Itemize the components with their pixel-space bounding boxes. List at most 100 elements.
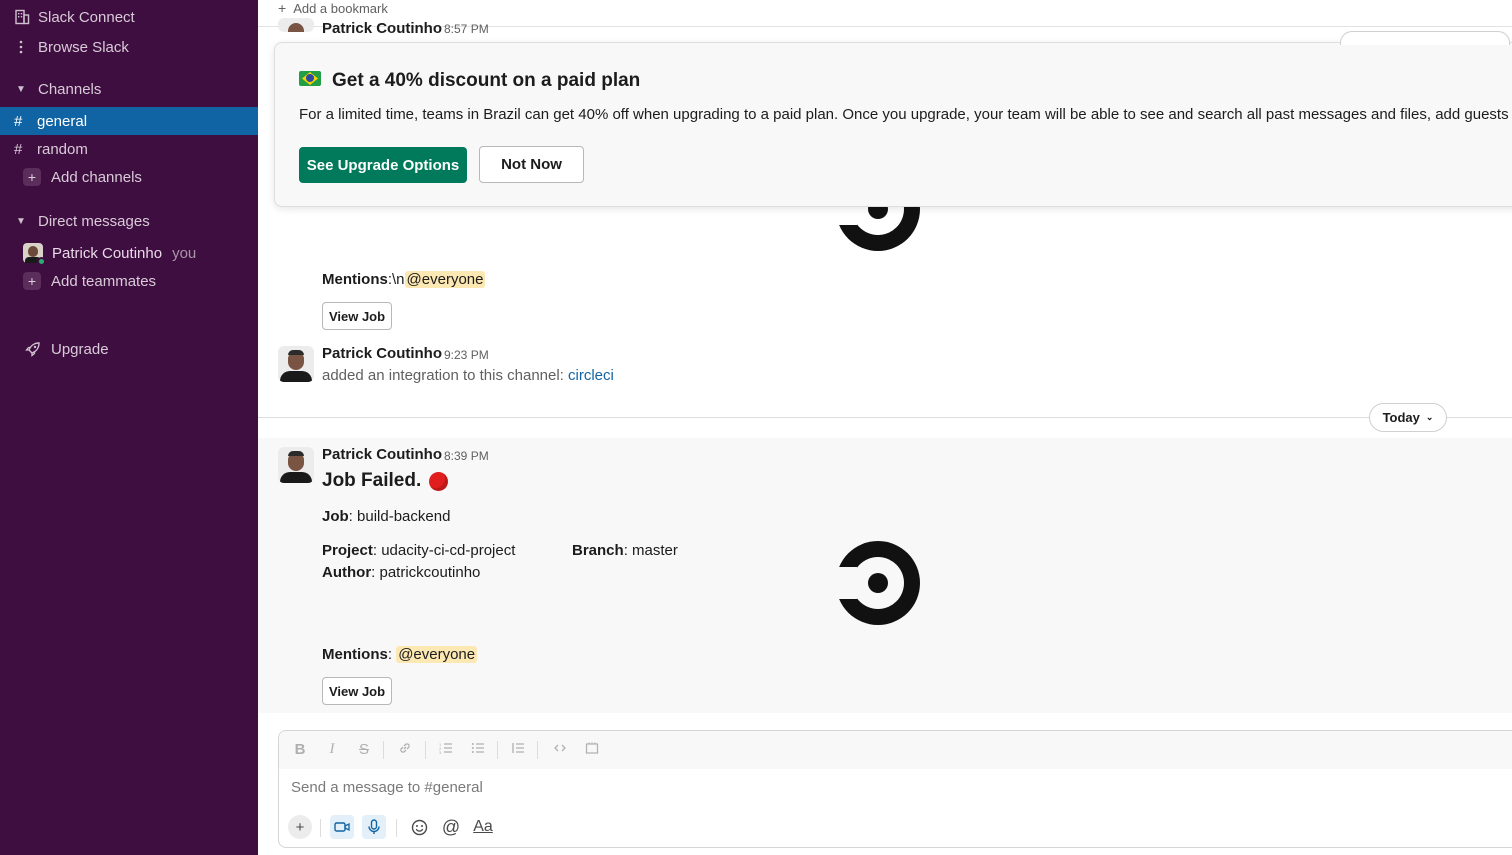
everyone-mention[interactable]: @everyone <box>396 646 478 663</box>
avatar <box>23 243 46 266</box>
caret-down-icon: ▼ <box>16 83 26 95</box>
add-teammates-button[interactable]: + Add teammates <box>0 267 258 295</box>
dm-section-header[interactable]: ▼ Direct messages <box>0 207 258 235</box>
channels-section-header[interactable]: ▼ Channels <box>0 75 258 103</box>
mentions-line: Mentions: @everyone <box>322 646 478 663</box>
circleci-logo-icon <box>835 541 920 625</box>
bold-icon[interactable]: B <box>291 741 309 758</box>
promo-body: For a limited time, teams in Brazil can … <box>299 106 1512 123</box>
mentions-label: Mentions <box>322 271 388 288</box>
not-now-button[interactable]: Not Now <box>479 146 584 183</box>
channel-label: general <box>37 112 88 130</box>
strikethrough-icon[interactable]: S <box>355 741 373 758</box>
attach-plus-icon[interactable]: + <box>288 815 312 839</box>
plus-icon: + <box>23 168 41 186</box>
project-label: Project <box>322 542 373 559</box>
message-composer: B I S 123 Send a message to #general + @… <box>278 730 1512 848</box>
text-formatting-toggle-icon[interactable]: Aa <box>471 815 495 839</box>
italic-icon[interactable]: I <box>323 741 341 758</box>
formatting-toolbar: B I S 123 <box>279 731 1512 769</box>
branch-label: Branch <box>572 542 624 559</box>
online-status-icon <box>37 257 46 266</box>
author-label: Author <box>322 564 372 581</box>
blockquote-icon[interactable] <box>509 741 527 759</box>
sidebar-item-dm-patrick[interactable]: Patrick Coutinho you <box>0 239 258 267</box>
avatar[interactable] <box>278 447 314 483</box>
message-author[interactable]: Patrick Coutinho <box>322 446 442 463</box>
job-label: Job <box>322 508 349 525</box>
project-value: : udacity-ci-cd-project <box>372 542 516 559</box>
red-circle-icon <box>429 471 449 491</box>
brazil-flag-icon <box>299 71 321 86</box>
today-label: Today <box>1382 410 1420 425</box>
section-label: Channels <box>38 80 102 98</box>
upgrade-promo-banner: Get a 40% discount on a paid plan For a … <box>274 31 1512 207</box>
mention-at-icon[interactable]: @ <box>439 815 463 839</box>
today-date-pill[interactable]: Today ⌄ <box>1369 403 1447 432</box>
plus-icon: + <box>23 272 41 290</box>
sidebar-item-random[interactable]: # random <box>0 135 258 163</box>
sidebar-item-upgrade[interactable]: Upgrade <box>0 335 258 363</box>
message-author[interactable]: Patrick Coutinho <box>322 345 442 362</box>
bullet-list-icon[interactable] <box>469 741 487 759</box>
avatar[interactable] <box>278 346 314 382</box>
sidebar-item-label: Browse Slack <box>38 38 129 56</box>
job-field: Job: build-backend <box>322 508 450 525</box>
chevron-down-icon: ⌄ <box>1425 412 1434 422</box>
date-divider-line <box>258 417 1512 418</box>
mentions-label: Mentions <box>322 646 388 663</box>
branch-field: Branch: master <box>572 542 678 559</box>
more-vertical-icon <box>14 39 36 55</box>
message-timestamp[interactable]: 8:57 PM <box>444 22 489 36</box>
add-bookmark-button[interactable]: + Add a bookmark <box>278 0 388 16</box>
add-channels-button[interactable]: + Add channels <box>0 163 258 191</box>
code-icon[interactable] <box>551 741 569 759</box>
plus-icon: + <box>278 0 287 16</box>
message-pane: + Add a bookmark Patrick Coutinho 8:57 P… <box>258 0 1512 855</box>
hash-icon: # <box>14 112 23 130</box>
message-timestamp[interactable]: 8:39 PM <box>444 449 489 463</box>
sidebar-item-browse-slack[interactable]: Browse Slack <box>0 33 258 61</box>
circleci-link[interactable]: circleci <box>568 367 614 384</box>
view-job-button[interactable]: View Job <box>322 677 392 705</box>
avatar[interactable] <box>278 18 314 32</box>
sidebar-item-general[interactable]: # general <box>0 107 258 135</box>
job-value: : build-backend <box>348 508 451 525</box>
integration-message: added an integration to this channel: ci… <box>322 367 614 384</box>
dm-user-label: Patrick Coutinho <box>52 244 163 262</box>
message-input[interactable]: Send a message to #general <box>291 779 483 796</box>
author-field: Author: patrickcoutinho <box>322 564 480 581</box>
integration-text: added an integration to this channel: <box>322 367 569 384</box>
mentions-separator: : <box>387 646 397 663</box>
date-divider-pill[interactable] <box>1340 31 1510 45</box>
project-field: Project: udacity-ci-cd-project <box>322 542 515 559</box>
video-icon[interactable] <box>330 815 354 839</box>
add-channels-label: Add channels <box>51 168 142 186</box>
sidebar: Slack Connect Browse Slack ▼ Channels # … <box>0 0 258 855</box>
emoji-icon[interactable] <box>407 815 431 839</box>
building-icon <box>14 9 36 25</box>
hash-icon: # <box>14 140 23 158</box>
job-failed-title: Job Failed. <box>322 470 422 491</box>
mentions-separator: :\n <box>387 271 405 288</box>
view-job-button[interactable]: View Job <box>322 302 392 330</box>
section-label: Direct messages <box>38 212 150 230</box>
author-value: : patrickcoutinho <box>371 564 481 581</box>
message-author[interactable]: Patrick Coutinho <box>322 20 442 37</box>
microphone-icon[interactable] <box>362 815 386 839</box>
rocket-icon <box>14 341 51 358</box>
see-upgrade-options-button[interactable]: See Upgrade Options <box>299 147 467 183</box>
code-block-icon[interactable] <box>583 741 601 759</box>
svg-text:3: 3 <box>439 750 442 755</box>
ordered-list-icon[interactable]: 123 <box>437 741 455 759</box>
promo-title: Get a 40% discount on a paid plan <box>332 70 641 91</box>
channel-label: random <box>37 140 88 158</box>
link-icon[interactable] <box>396 741 414 759</box>
add-bookmark-label: Add a bookmark <box>293 0 388 16</box>
you-label: you <box>172 244 197 262</box>
sidebar-item-slack-connect[interactable]: Slack Connect <box>0 3 258 31</box>
add-teammates-label: Add teammates <box>51 272 157 290</box>
everyone-mention[interactable]: @everyone <box>404 271 486 288</box>
message-timestamp[interactable]: 9:23 PM <box>444 348 489 362</box>
mentions-line: Mentions:\n @everyone <box>322 271 486 288</box>
